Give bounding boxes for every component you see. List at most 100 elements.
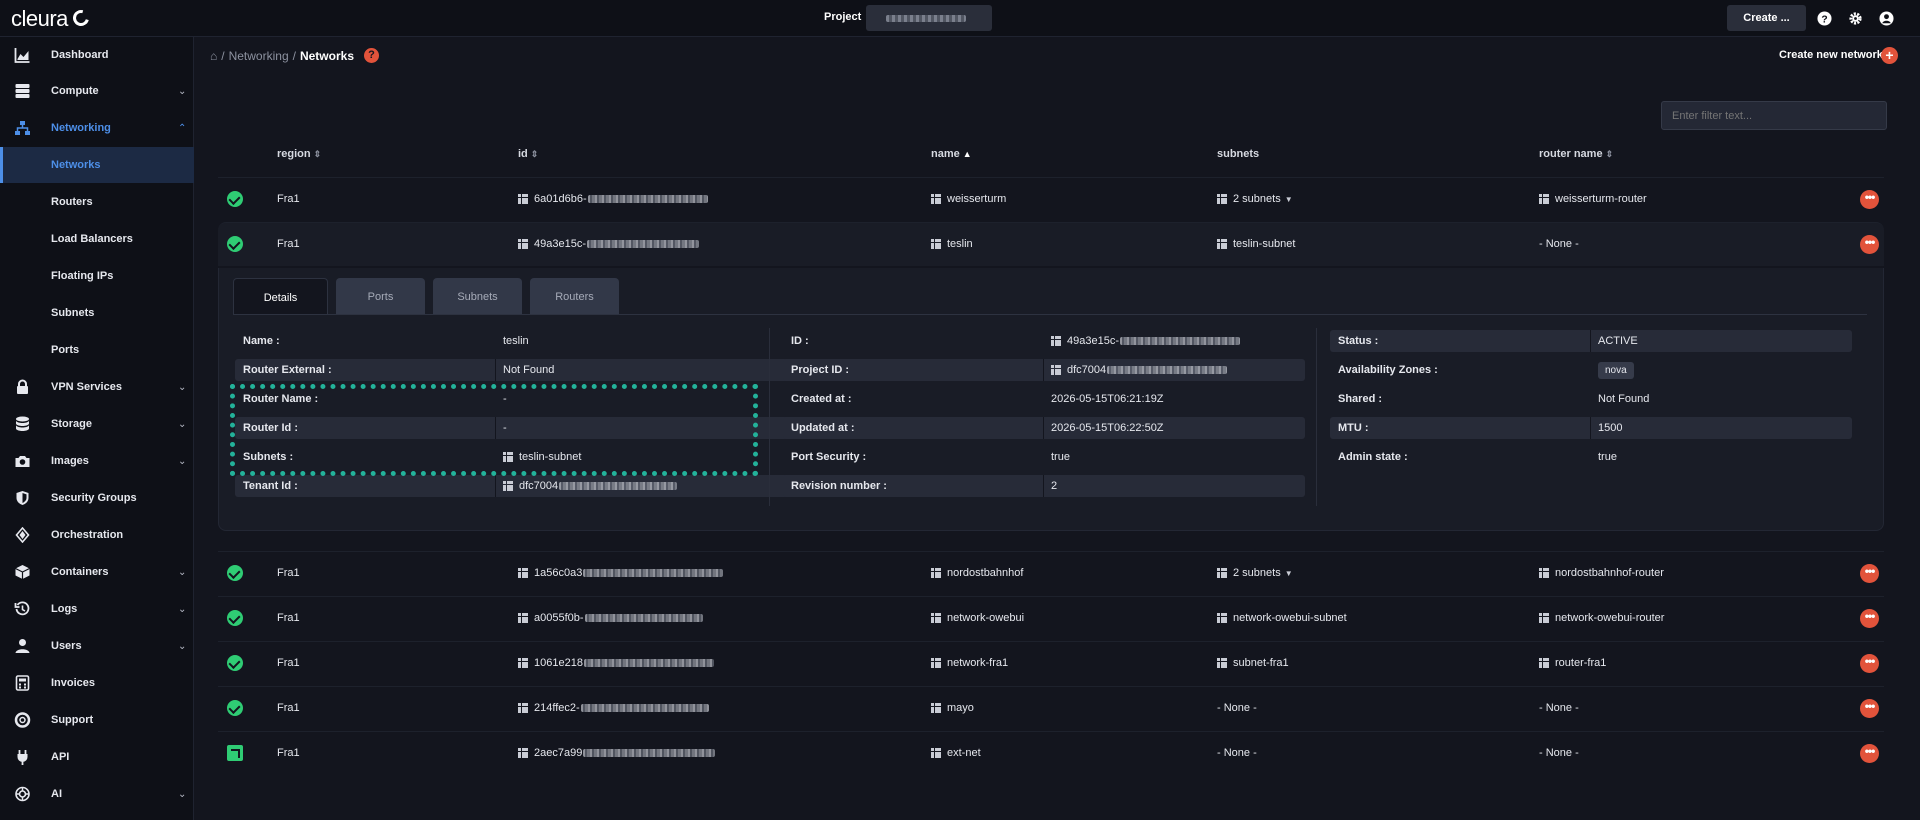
- cell-id[interactable]: 6a01d6b6-: [518, 193, 708, 205]
- cube-icon: [15, 565, 30, 579]
- sidebar-item-containers[interactable]: Containers ⌄: [0, 554, 194, 590]
- gear-icon[interactable]: [1848, 11, 1863, 26]
- cell-id[interactable]: 49a3e15c-: [518, 238, 699, 250]
- more-actions-button[interactable]: •••: [1860, 564, 1879, 583]
- project-select[interactable]: [866, 5, 992, 31]
- network-icon: [15, 121, 30, 135]
- cell-subnets[interactable]: teslin-subnet: [1217, 238, 1295, 250]
- sidebar-item-orchestration[interactable]: Orchestration: [0, 517, 194, 553]
- breadcrumb-networking[interactable]: Networking: [229, 49, 289, 63]
- cell-id[interactable]: 214ffec2-: [518, 702, 709, 714]
- sidebar-item-ports[interactable]: Ports: [0, 332, 194, 368]
- filter-input[interactable]: [1661, 101, 1887, 130]
- cell-id[interactable]: 1061e218: [518, 657, 714, 669]
- tab-routers[interactable]: Routers: [530, 278, 619, 314]
- sidebar-item-label: Ports: [51, 344, 80, 356]
- cell-name[interactable]: mayo: [931, 702, 974, 714]
- id-text: 6a01d6b6-: [534, 193, 587, 205]
- detail-value-link[interactable]: 49a3e15c-: [1051, 335, 1240, 347]
- sidebar-item-images[interactable]: Images ⌄: [0, 443, 194, 479]
- detail-status: Status : ACTIVE: [1330, 330, 1852, 352]
- detail-value-link[interactable]: dfc7004: [1051, 364, 1228, 376]
- more-actions-button[interactable]: •••: [1860, 190, 1879, 209]
- sidebar-item-invoices[interactable]: Invoices: [0, 665, 194, 701]
- column-header-router-name[interactable]: router name ⇕: [1539, 148, 1613, 160]
- tab-details[interactable]: Details: [233, 278, 328, 314]
- cell-id[interactable]: 1a56c0a3: [518, 567, 724, 579]
- cell-router[interactable]: weisserturm-router: [1539, 193, 1647, 205]
- home-icon[interactable]: ⌂: [210, 49, 217, 63]
- column-header-id[interactable]: id ⇕: [518, 148, 538, 160]
- detail-value-link[interactable]: dfc7004: [503, 480, 678, 492]
- table-row-expanded[interactable]: Fra1 49a3e15c- teslin teslin-subnet - No…: [218, 222, 1884, 266]
- project-name-redacted: [886, 15, 966, 22]
- sidebar-item-compute[interactable]: Compute ⌄: [0, 73, 194, 109]
- cell-id[interactable]: 2aec7a99: [518, 747, 716, 759]
- cell-name[interactable]: network-owebui: [931, 612, 1024, 624]
- sidebar-item-floating-ips[interactable]: Floating IPs: [0, 258, 194, 294]
- cell-id[interactable]: a0055f0b-: [518, 612, 703, 624]
- column-header-region[interactable]: region ⇕: [277, 148, 321, 160]
- sidebar-item-ai[interactable]: AI ⌄: [0, 776, 194, 812]
- sidebar-item-load-balancers[interactable]: Load Balancers: [0, 221, 194, 257]
- cell-name[interactable]: ext-net: [931, 747, 981, 759]
- sidebar-item-users[interactable]: Users ⌄: [0, 628, 194, 664]
- status-active-icon: [227, 655, 243, 671]
- cell-name[interactable]: nordostbahnhof: [931, 567, 1023, 579]
- sidebar-item-label: API: [51, 751, 70, 763]
- more-actions-button[interactable]: •••: [1860, 744, 1879, 763]
- cell-router[interactable]: nordostbahnhof-router: [1539, 567, 1664, 579]
- sidebar-item-logs[interactable]: Logs ⌄: [0, 591, 194, 627]
- grid-icon: [1217, 613, 1227, 623]
- tab-ports[interactable]: Ports: [336, 278, 425, 314]
- cell-subnets[interactable]: 2 subnets ▼: [1217, 193, 1293, 205]
- help-icon[interactable]: ?: [1817, 11, 1832, 26]
- sidebar-item-networking[interactable]: Networking ⌃: [0, 110, 194, 146]
- cell-name[interactable]: weisserturm: [931, 193, 1006, 205]
- id-text: 49a3e15c-: [534, 238, 586, 250]
- table-row[interactable]: Fra1 2aec7a99 ext-net - None - - None - …: [218, 731, 1884, 775]
- chart-icon: [14, 48, 30, 63]
- cell-name[interactable]: network-fra1: [931, 657, 1008, 669]
- sidebar-item-api[interactable]: API: [0, 739, 194, 775]
- detail-revision-number: Revision number : 2: [783, 475, 1305, 497]
- lifebuoy-icon: [14, 712, 31, 728]
- sidebar-item-label: Subnets: [51, 307, 95, 319]
- create-button[interactable]: Create ...: [1727, 5, 1806, 31]
- table-row[interactable]: Fra1 214ffec2- mayo - None - - None - ••…: [218, 686, 1884, 730]
- table-row[interactable]: Fra1 a0055f0b- network-owebui network-ow…: [218, 596, 1884, 640]
- table-row[interactable]: Fra1 1a56c0a3 nordostbahnhof 2 subnets ▼ …: [218, 551, 1884, 595]
- cell-subnets[interactable]: subnet-fra1: [1217, 657, 1289, 669]
- sidebar-item-dashboard[interactable]: Dashboard: [0, 37, 194, 73]
- more-actions-button[interactable]: •••: [1860, 235, 1879, 254]
- sidebar-item-vpn-services[interactable]: VPN Services ⌄: [0, 369, 194, 405]
- more-actions-button[interactable]: •••: [1860, 609, 1879, 628]
- grid-icon: [1217, 568, 1227, 578]
- cell-subnets[interactable]: 2 subnets ▼: [1217, 567, 1293, 579]
- cell-name[interactable]: teslin: [931, 238, 973, 250]
- cell-router[interactable]: router-fra1: [1539, 657, 1606, 669]
- calculator-icon: [15, 675, 30, 691]
- cell-subnets[interactable]: network-owebui-subnet: [1217, 612, 1347, 624]
- id-text: 2aec7a99: [534, 747, 583, 759]
- more-actions-button[interactable]: •••: [1860, 699, 1879, 718]
- sidebar-item-security-groups[interactable]: Security Groups: [0, 480, 194, 516]
- sidebar-item-storage[interactable]: Storage ⌄: [0, 406, 194, 442]
- sidebar-item-subnets[interactable]: Subnets: [0, 295, 194, 331]
- more-actions-button[interactable]: •••: [1860, 654, 1879, 673]
- help-icon[interactable]: ?: [364, 48, 379, 63]
- sidebar-item-support[interactable]: Support: [0, 702, 194, 738]
- column-header-name[interactable]: name ▲: [931, 148, 972, 160]
- tab-subnets[interactable]: Subnets: [433, 278, 522, 314]
- divider: [1043, 475, 1044, 497]
- cell-router[interactable]: network-owebui-router: [1539, 612, 1664, 624]
- plus-icon[interactable]: +: [1881, 47, 1898, 64]
- table-row[interactable]: Fra1 1061e218 network-fra1 subnet-fra1 r…: [218, 641, 1884, 685]
- user-account-icon[interactable]: [1879, 11, 1894, 26]
- brand-logo[interactable]: cleura: [11, 6, 92, 32]
- sidebar-item-networks[interactable]: Networks: [0, 147, 194, 183]
- grid-icon: [518, 613, 528, 623]
- table-row[interactable]: Fra1 6a01d6b6- weisserturm 2 subnets ▼ we…: [218, 177, 1884, 221]
- sidebar-item-routers[interactable]: Routers: [0, 184, 194, 220]
- create-network-button[interactable]: Create new network: [1779, 49, 1883, 61]
